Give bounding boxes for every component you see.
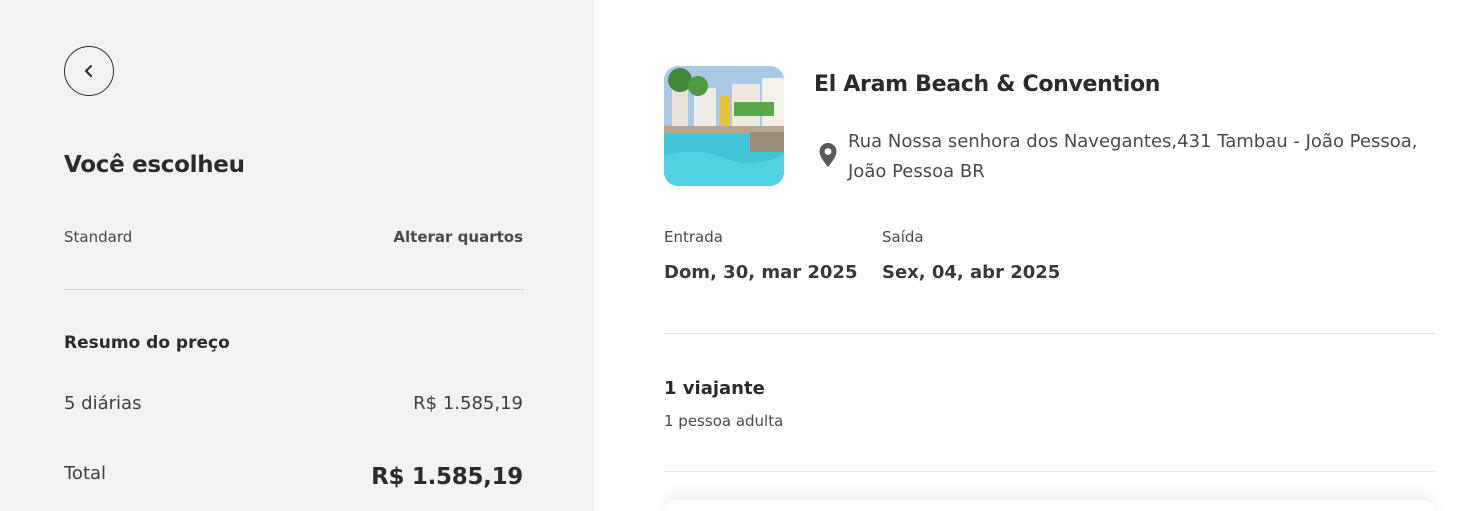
divider: [64, 289, 524, 290]
total-price: R$ 1.585,19: [371, 464, 523, 490]
back-button[interactable]: [64, 46, 114, 96]
checkin-date: Dom, 30, mar 2025: [664, 262, 858, 283]
change-rooms-link[interactable]: Alterar quartos: [393, 228, 523, 246]
checkout-label: Saída: [882, 228, 924, 246]
checkin-label: Entrada: [664, 228, 723, 246]
total-label: Total: [64, 463, 107, 484]
summary-heading: Você escolheu: [64, 152, 245, 178]
hotel-image: [664, 66, 784, 186]
next-section-card: [664, 500, 1435, 511]
price-summary-title: Resumo do preço: [64, 333, 230, 353]
hotel-name: El Aram Beach & Convention: [814, 72, 1161, 97]
chevron-left-icon: [85, 65, 92, 77]
room-type: Standard: [64, 228, 133, 246]
divider: [664, 333, 1435, 334]
adults-count: 1 pessoa adulta: [664, 412, 784, 430]
map-pin-icon: [819, 143, 837, 167]
address-line-1: Rua Nossa senhora dos Navegantes,431 Tam…: [848, 131, 1418, 152]
address-line-2: João Pessoa BR: [848, 161, 985, 182]
hotel-address: Rua Nossa senhora dos Navegantes,431 Tam…: [848, 127, 1438, 187]
nights-label: 5 diárias: [64, 393, 142, 414]
travelers-count: 1 viajante: [664, 378, 765, 399]
nights-price: R$ 1.585,19: [413, 393, 523, 414]
checkout-date: Sex, 04, abr 2025: [882, 262, 1061, 283]
divider: [664, 471, 1435, 472]
booking-details: El Aram Beach & Convention Rua Nossa sen…: [594, 0, 1463, 511]
summary-panel: Você escolheu Standard Alterar quartos R…: [0, 0, 594, 511]
